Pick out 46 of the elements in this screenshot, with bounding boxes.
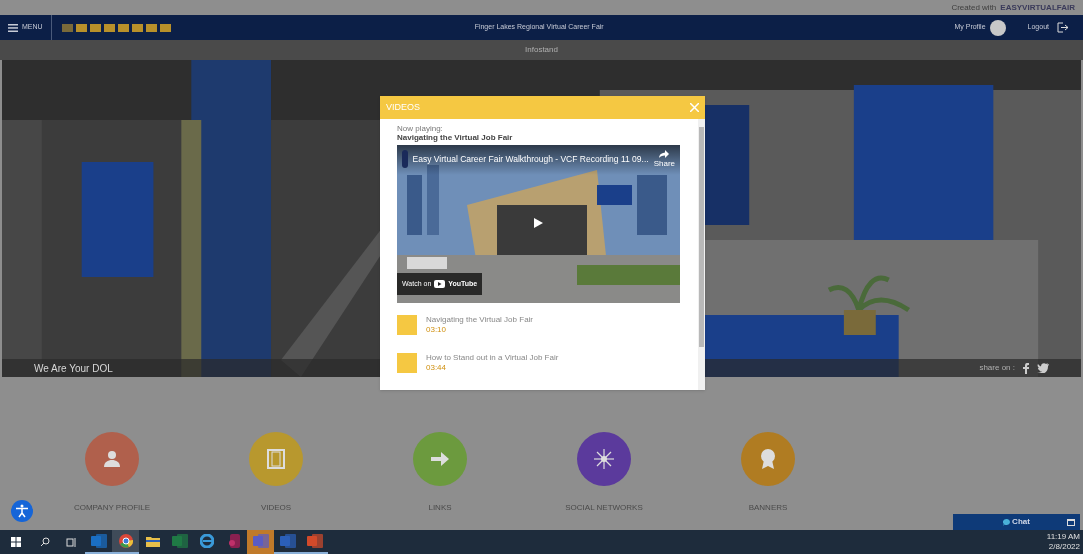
clock-date: 2/8/2022 <box>1048 542 1080 552</box>
category-label: SOCIAL NETWORKS <box>565 502 643 514</box>
chat-app-icon <box>252 534 269 548</box>
folder-icon <box>145 535 160 547</box>
ribbon-icon <box>759 448 777 470</box>
search-icon[interactable] <box>40 537 50 547</box>
language-flag-icon[interactable] <box>61 23 73 32</box>
document-app-icon <box>279 534 296 548</box>
app-icon <box>227 534 240 548</box>
brand-text: EASYVIRTUALFAIR <box>1000 1 1075 14</box>
arrow-icon <box>430 451 450 467</box>
browser-icon <box>118 534 133 548</box>
network-icon <box>593 448 615 470</box>
task-view-icon[interactable] <box>66 537 77 547</box>
logout-icon <box>1057 22 1069 33</box>
windows-start-icon[interactable] <box>11 537 21 547</box>
category-button[interactable] <box>577 432 631 486</box>
category-label: COMPANY PROFILE <box>73 502 151 514</box>
language-flag-icon[interactable] <box>145 23 157 32</box>
window-icon <box>1067 518 1075 526</box>
language-flag-icon[interactable] <box>103 23 115 32</box>
language-flag-icon[interactable] <box>117 23 129 32</box>
language-flag-icon[interactable] <box>131 23 143 32</box>
document-app-icon <box>90 534 107 548</box>
avatar-icon <box>989 19 1006 36</box>
film-icon <box>267 449 285 469</box>
speech-bubble-icon <box>1003 518 1011 526</box>
category-button[interactable] <box>741 432 795 486</box>
category-button[interactable] <box>85 432 139 486</box>
language-flag-icon[interactable] <box>159 23 171 32</box>
browser-icon <box>199 534 214 548</box>
category-label: VIDEOS <box>260 502 292 514</box>
clock-time: 11:19 AM <box>1046 532 1080 542</box>
credit-text: Created with <box>951 1 997 14</box>
breadcrumb: Infostand <box>525 44 558 56</box>
accessibility-button[interactable] <box>11 500 33 522</box>
category-label: BANNERS <box>748 502 788 514</box>
language-flag-icon[interactable] <box>89 23 101 32</box>
document-app-icon <box>171 534 188 548</box>
category-label: LINKS <box>428 502 452 514</box>
language-flag-icon[interactable] <box>75 23 87 32</box>
accessibility-icon <box>15 504 29 518</box>
menu-icon <box>8 23 18 32</box>
chat-button[interactable]: Chat <box>953 514 1080 530</box>
document-app-icon <box>306 534 323 548</box>
person-icon <box>103 450 121 468</box>
